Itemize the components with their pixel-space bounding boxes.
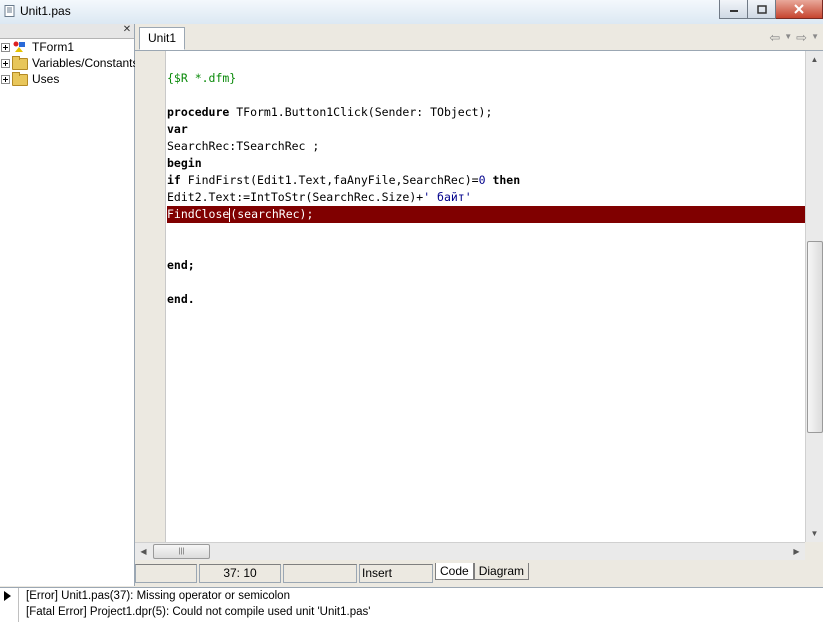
code-explorer-header: ✕: [0, 24, 134, 39]
maximize-button[interactable]: [748, 0, 776, 19]
code-line: SearchRec:TSearchRec ;: [167, 139, 320, 153]
code-text-span: FindClose: [167, 207, 230, 221]
tab-diagram[interactable]: Diagram: [473, 563, 530, 580]
code-editor-window: Unit1 ⇦ ▼ ⇨ ▼ {$R *.dfm} procedure TForm…: [135, 24, 823, 586]
code-text-span: FindFirst(Edit1.Text,faAnyFile,SearchRec…: [180, 173, 479, 187]
keyword: if: [167, 173, 181, 187]
fatal-error-message[interactable]: [Fatal Error] Project1.dpr(5): Could not…: [26, 606, 370, 618]
tree-item-uses[interactable]: Uses: [0, 71, 134, 87]
horizontal-scrollbar[interactable]: ◀ ||| ▶: [135, 542, 805, 560]
cursor-position: 37: 10: [199, 564, 281, 583]
tab-unit1[interactable]: Unit1: [139, 27, 186, 50]
back-dropdown-icon[interactable]: ▼: [784, 30, 792, 46]
tree-item-variables-constants[interactable]: Variables/Constants: [0, 55, 139, 71]
string-literal: ' байт': [423, 190, 472, 204]
folder-icon: [12, 56, 28, 70]
current-message-arrow-icon: [4, 591, 11, 601]
title-bar: Unit1.pas: [0, 0, 823, 25]
status-modified-cell: [135, 564, 197, 583]
navigation-buttons: ⇦ ▼ ⇨ ▼: [769, 30, 819, 46]
code-line: var: [167, 122, 188, 136]
scroll-up-icon[interactable]: ▲: [806, 51, 823, 68]
close-button[interactable]: [776, 0, 823, 19]
code-text-span: Edit2.Text:=IntToStr(SearchRec.Size)+: [167, 190, 424, 204]
number-literal: 0: [478, 173, 486, 187]
expand-icon[interactable]: [1, 75, 10, 84]
vertical-scrollbar[interactable]: ▲ ▼: [805, 51, 823, 542]
editor-gutter[interactable]: [135, 51, 166, 542]
maximize-icon: [756, 4, 767, 14]
code-line: end;: [167, 258, 195, 272]
tree-item-tform1[interactable]: TForm1: [0, 39, 134, 55]
forward-dropdown-icon[interactable]: ▼: [811, 30, 819, 46]
code-text-span: TForm1.Button1Click(Sender: TObject);: [229, 105, 493, 119]
window-title: Unit1.pas: [20, 4, 71, 18]
code-line: Edit2.Text:=IntToStr(SearchRec.Size)+' б…: [167, 189, 809, 206]
scroll-down-icon[interactable]: ▼: [806, 525, 823, 542]
minimize-button[interactable]: [719, 0, 748, 19]
error-highlighted-line: FindClose(searchRec);: [167, 206, 809, 223]
scroll-right-icon[interactable]: ▶: [788, 543, 805, 560]
minimize-icon: [729, 10, 738, 12]
tree-item-label: Uses: [32, 72, 60, 86]
code-line: if FindFirst(Edit1.Text,faAnyFile,Search…: [167, 172, 809, 189]
expand-icon[interactable]: [1, 59, 10, 68]
close-icon: [794, 4, 804, 14]
expand-icon[interactable]: [1, 43, 10, 52]
editor-tab-bar: Unit1 ⇦ ▼ ⇨ ▼: [135, 24, 823, 51]
window-controls: [719, 0, 823, 20]
forward-arrow-icon[interactable]: ⇨: [796, 30, 807, 46]
keyword: then: [492, 173, 521, 187]
keyword: procedure: [167, 105, 230, 119]
horizontal-scroll-thumb[interactable]: |||: [153, 544, 210, 559]
insert-mode-indicator: Insert: [359, 564, 433, 583]
code-text[interactable]: {$R *.dfm} procedure TForm1.Button1Click…: [167, 70, 809, 308]
code-line: procedure TForm1.Button1Click(Sender: TO…: [167, 104, 809, 121]
code-line: end.: [167, 292, 195, 306]
status-empty-cell: [283, 564, 357, 583]
tree-item-label: Variables/Constants: [32, 56, 139, 70]
tab-code[interactable]: Code: [435, 563, 474, 580]
messages-panel: [Error] Unit1.pas(37): Missing operator …: [0, 587, 823, 622]
code-line: {$R *.dfm}: [167, 71, 237, 85]
scroll-left-icon[interactable]: ◀: [135, 543, 152, 560]
code-explorer-panel: ✕ TForm1 Variables/Constants Uses: [0, 24, 139, 586]
view-tabs: Code Diagram: [435, 563, 530, 581]
folder-icon: [12, 72, 28, 86]
tree-item-label: TForm1: [32, 40, 74, 54]
status-bar: 37: 10 Insert Code Diagram: [135, 561, 823, 583]
code-text-span: (searchRec);: [230, 207, 314, 221]
class-icon: [13, 41, 25, 52]
vertical-scroll-thumb[interactable]: [807, 241, 823, 433]
panel-close-icon[interactable]: ✕: [122, 25, 132, 35]
messages-gutter: [0, 588, 19, 622]
document-icon: [4, 5, 15, 17]
back-arrow-icon[interactable]: ⇦: [769, 30, 780, 46]
code-line: begin: [167, 156, 202, 170]
error-message[interactable]: [Error] Unit1.pas(37): Missing operator …: [26, 590, 290, 602]
code-editor[interactable]: {$R *.dfm} procedure TForm1.Button1Click…: [135, 51, 809, 542]
